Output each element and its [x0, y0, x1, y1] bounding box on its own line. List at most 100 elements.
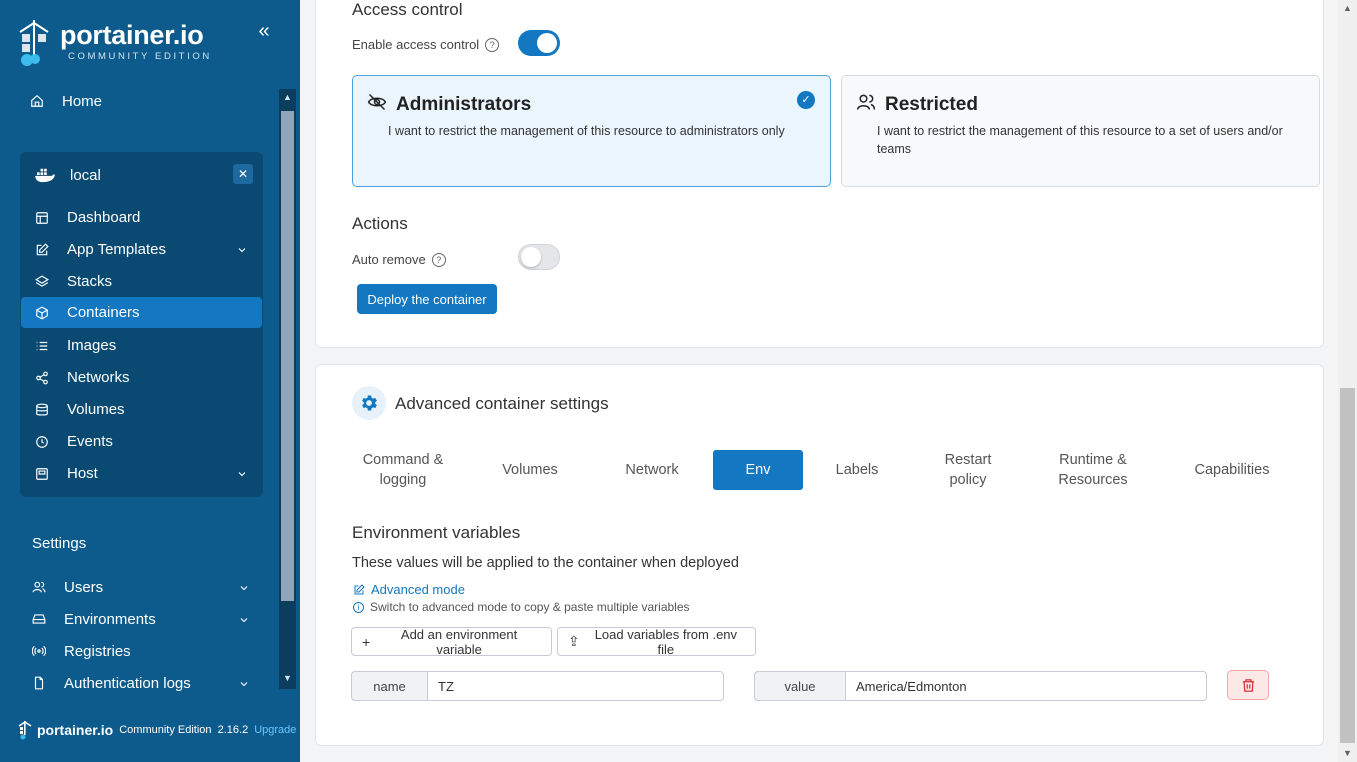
hdd-icon: [32, 612, 46, 626]
administrators-title: Administrators: [396, 94, 532, 115]
env-name-input[interactable]: TZ: [427, 671, 724, 701]
access-control-heading: Access control: [352, 0, 463, 19]
tab-command-logging[interactable]: Command & logging: [359, 450, 447, 490]
sidebar-item-label: Volumes: [67, 401, 125, 418]
sidebar-item-app-templates[interactable]: App Templates: [21, 234, 262, 265]
load-env-file-label: Load variables from .env file: [594, 626, 738, 657]
sidebar-item-environments[interactable]: Environments: [32, 606, 254, 632]
check-icon: ✓: [797, 91, 815, 109]
sidebar-item-stacks[interactable]: Stacks: [21, 266, 262, 297]
tab-network[interactable]: Network: [617, 450, 687, 490]
sidebar-item-home[interactable]: Home: [30, 88, 102, 114]
actions-heading: Actions: [352, 214, 408, 233]
tab-volumes[interactable]: Volumes: [494, 450, 566, 490]
radio-icon: [32, 644, 46, 658]
page-scroll-thumb[interactable]: [1340, 388, 1355, 743]
sidebar-item-label: Registries: [64, 642, 131, 660]
administrators-option-card[interactable]: Administrators I want to restrict the ma…: [352, 75, 831, 187]
clock-icon: [35, 435, 49, 449]
sidebar-item-volumes[interactable]: Volumes: [21, 394, 262, 425]
tab-restart-policy[interactable]: Restart policy: [936, 450, 1000, 490]
environment-variables-description: These values will be applied to the cont…: [352, 555, 739, 571]
restricted-option-card[interactable]: Restricted I want to restrict the manage…: [841, 75, 1320, 187]
logo-subtitle: COMMUNITY EDITION: [68, 51, 212, 62]
sidebar-scroll-thumb[interactable]: [281, 111, 294, 601]
sidebar-item-label: Images: [67, 337, 117, 354]
upgrade-link[interactable]: Upgrade: [254, 724, 296, 736]
main-content: Access control Enable access control ? A…: [300, 0, 1337, 762]
sidebar-item-images[interactable]: Images: [21, 330, 262, 361]
tab-labels[interactable]: Labels: [827, 450, 887, 490]
sidebar-footer: portainer.io Community Edition 2.16.2 Up…: [18, 718, 296, 742]
auto-remove-row: Auto remove ?: [352, 252, 446, 267]
advanced-mode-link[interactable]: Advanced mode: [353, 582, 465, 597]
access-control-panel: Access control Enable access control ? A…: [315, 0, 1324, 348]
restricted-description: I want to restrict the management of thi…: [877, 124, 1283, 156]
enable-access-control-toggle[interactable]: [518, 30, 560, 56]
page-scroll-up-arrow[interactable]: ▲: [1338, 0, 1357, 17]
scroll-down-arrow[interactable]: ▼: [279, 670, 296, 687]
auto-remove-toggle[interactable]: [518, 244, 560, 270]
sidebar-item-label: Containers: [67, 304, 140, 321]
sidebar-item-label: Dashboard: [67, 209, 141, 226]
help-icon[interactable]: ?: [485, 37, 500, 52]
sidebar-item-dashboard[interactable]: Dashboard: [21, 202, 262, 233]
add-env-variable-label: Add an environment variable: [400, 626, 518, 657]
portainer-logo[interactable]: portainer.io COMMUNITY EDITION: [18, 18, 218, 68]
deploy-container-button[interactable]: Deploy the container: [357, 284, 497, 314]
sidebar-item-label: Stacks: [67, 273, 113, 290]
env-value-group: value America/Edmonton: [754, 671, 1207, 701]
database-icon: [35, 403, 49, 417]
sidebar-item-users[interactable]: Users: [32, 574, 254, 600]
sidebar-item-authentication-logs[interactable]: Authentication logs: [32, 670, 254, 696]
plus-icon: +: [362, 633, 371, 650]
enable-access-control-row: Enable access control ?: [352, 37, 500, 52]
tab-env[interactable]: Env: [713, 450, 803, 490]
layers-icon: [35, 274, 49, 289]
sidebar-scrollbar[interactable]: ▲ ▼: [279, 89, 296, 689]
sidebar-item-label: Host: [67, 465, 98, 482]
enable-access-control-label: Enable access control: [352, 37, 480, 52]
logo-text: portainer.io: [60, 20, 204, 50]
sidebar-item-events[interactable]: Events: [21, 426, 262, 457]
page-scroll-down-arrow[interactable]: ▼: [1338, 745, 1357, 762]
add-env-variable-button[interactable]: + Add an environment variable: [351, 626, 552, 657]
sidebar-item-label: App Templates: [67, 241, 166, 258]
chevron-down-icon: [238, 581, 250, 593]
footer-version: 2.16.2: [217, 724, 249, 736]
env-value-input[interactable]: America/Edmonton: [845, 671, 1207, 701]
tab-runtime-resources[interactable]: Runtime & Resources: [1046, 450, 1140, 490]
sidebar-item-label: Networks: [67, 369, 130, 386]
docker-icon: [34, 167, 56, 183]
auto-remove-label: Auto remove: [352, 252, 426, 267]
scroll-up-arrow[interactable]: ▲: [279, 89, 296, 106]
environment-name: local: [70, 166, 101, 184]
sidebar-item-label: Home: [62, 92, 103, 110]
close-environment-button[interactable]: ✕: [233, 164, 253, 184]
portainer-logo-icon: [19, 20, 49, 66]
upload-icon: ⇪: [568, 633, 580, 649]
advanced-mode-hint: i Switch to advanced mode to copy & past…: [353, 600, 690, 614]
remove-env-variable-button[interactable]: [1227, 670, 1269, 700]
tab-capabilities[interactable]: Capabilities: [1182, 450, 1282, 490]
file-icon: [32, 676, 46, 690]
users-icon: [856, 92, 876, 112]
sidebar-item-networks[interactable]: Networks: [21, 362, 262, 393]
info-icon: i: [353, 601, 364, 613]
env-name-group: name TZ: [351, 671, 724, 701]
sidebar-item-host[interactable]: Host: [21, 458, 262, 489]
load-env-file-button[interactable]: ⇪ Load variables from .env file: [557, 626, 756, 657]
page-scrollbar[interactable]: ▲ ▼: [1338, 0, 1357, 762]
chevron-down-icon: [236, 467, 248, 479]
eye-off-icon: [367, 92, 387, 112]
sidebar-item-registries[interactable]: Registries: [32, 638, 254, 664]
help-icon[interactable]: ?: [431, 252, 446, 267]
list-icon: [35, 339, 49, 353]
sidebar-item-containers[interactable]: Containers: [21, 297, 262, 328]
collapse-sidebar-button[interactable]: «: [253, 21, 275, 42]
portainer-small-logo-icon: [18, 721, 32, 740]
administrators-description: I want to restrict the management of thi…: [388, 124, 785, 138]
trash-icon: [1242, 678, 1254, 692]
sidebar: portainer.io COMMUNITY EDITION « Home ▲ …: [0, 0, 300, 762]
footer-edition: Community Edition: [119, 724, 212, 736]
